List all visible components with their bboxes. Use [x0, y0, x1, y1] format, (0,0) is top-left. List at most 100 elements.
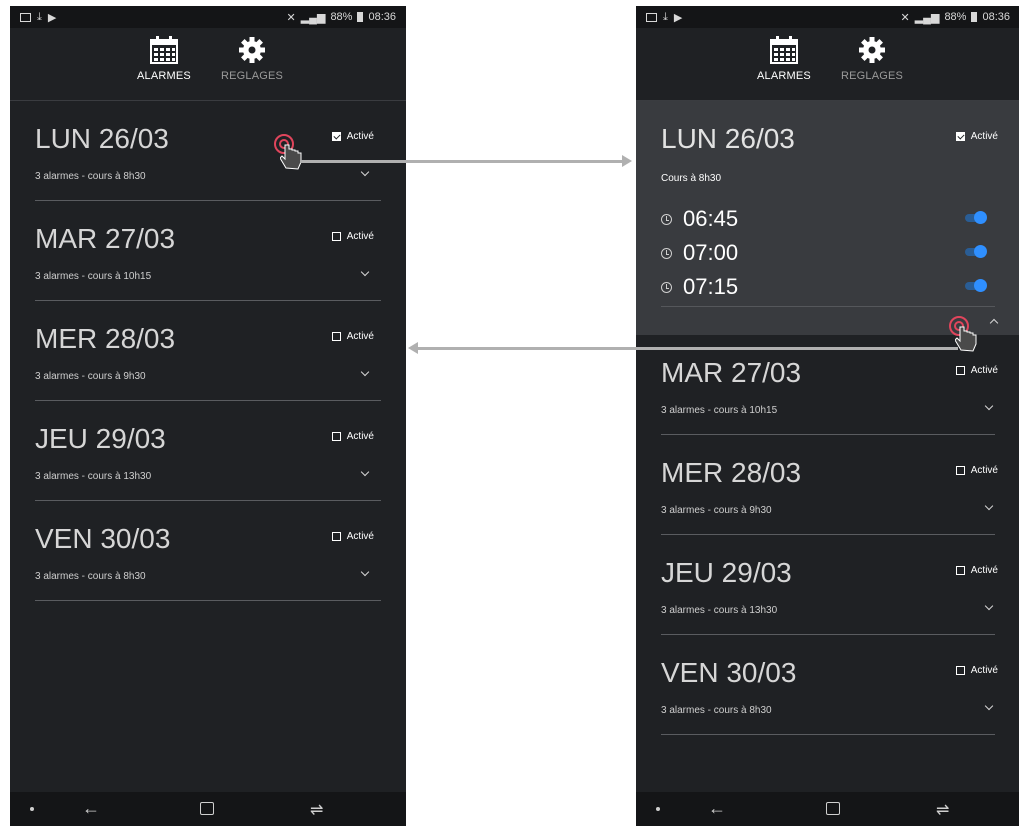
day-enable-toggle[interactable]: Activé	[955, 565, 998, 576]
day-title: MER 28/03	[661, 457, 802, 488]
day-subtitle: 3 alarmes - cours à 8h30	[661, 705, 772, 716]
day-enable-toggle[interactable]: Activé	[955, 465, 998, 476]
chevron-up-icon[interactable]	[989, 318, 999, 328]
day-item[interactable]: VEN 30/03 Activé 3 alarmes - cours à 8h3…	[636, 635, 1019, 735]
chevron-down-icon[interactable]	[984, 401, 994, 411]
switch-app-icon[interactable]: ⇌	[310, 800, 323, 820]
toggle-label: Activé	[346, 131, 374, 142]
day-title: MAR 27/03	[35, 223, 176, 254]
toggle-label: Activé	[970, 565, 998, 576]
tab-alarms-label: ALARMES	[757, 70, 811, 82]
tab-settings-label: REGLAGES	[220, 70, 284, 82]
chevron-down-icon[interactable]	[984, 701, 994, 711]
signal-icon: ▂▄▆	[300, 11, 326, 24]
alarm-switch[interactable]	[965, 245, 987, 258]
day-enable-toggle[interactable]: Activé	[331, 231, 374, 242]
day-title: JEU 29/03	[661, 557, 792, 588]
recent-apps-icon[interactable]	[826, 802, 840, 815]
download-icon: ⤓	[663, 10, 668, 23]
day-item[interactable]: JEU 29/03 Activé 3 alarmes - cours à 13h…	[636, 535, 1019, 635]
toggle-label: Activé	[346, 431, 374, 442]
play-icon: ▶	[47, 11, 57, 24]
checkbox-icon[interactable]	[331, 132, 341, 141]
switch-app-icon[interactable]: ⇌	[936, 800, 949, 820]
alarm-row[interactable]: 07:15	[661, 274, 995, 300]
hand-pointer-icon	[280, 144, 302, 170]
battery-level: 88%	[944, 11, 967, 23]
dot-icon[interactable]	[656, 807, 660, 811]
checkbox-icon[interactable]	[331, 232, 341, 241]
clock-icon	[661, 281, 672, 293]
chevron-down-icon[interactable]	[360, 167, 370, 177]
toggle-label: Activé	[970, 665, 998, 676]
tap-indicator	[949, 316, 977, 352]
alarm-time[interactable]: 07:15	[683, 274, 738, 300]
day-item[interactable]: VEN 30/03 Activé 3 alarmes - cours à 8h3…	[10, 501, 406, 601]
chevron-down-icon[interactable]	[984, 501, 994, 511]
day-subtitle: 3 alarmes - cours à 9h30	[35, 371, 146, 382]
checkbox-icon[interactable]	[955, 466, 965, 475]
chevron-down-icon[interactable]	[360, 367, 370, 377]
alarm-row[interactable]: 06:45	[661, 206, 995, 232]
chevron-down-icon[interactable]	[360, 267, 370, 277]
notification-icons: ⤓ ▶	[646, 11, 682, 24]
day-enable-toggle[interactable]: Activé	[331, 331, 374, 342]
tab-alarms[interactable]: ALARMES	[749, 28, 819, 100]
day-item[interactable]: LUN 26/03 Activé 3 alarmes - cours à 8h3…	[10, 101, 406, 201]
arrowhead-left-icon	[408, 342, 418, 354]
recent-apps-icon[interactable]	[200, 802, 214, 815]
checkbox-icon[interactable]	[331, 332, 341, 341]
checkbox-icon[interactable]	[955, 666, 965, 675]
battery-icon	[971, 12, 978, 22]
checkbox-icon[interactable]	[955, 132, 965, 141]
notification-icon	[646, 12, 657, 22]
day-title: MER 28/03	[35, 323, 176, 354]
day-subtitle: 3 alarmes - cours à 13h30	[35, 471, 152, 482]
chevron-down-icon[interactable]	[360, 467, 370, 477]
checkbox-icon[interactable]	[955, 566, 965, 575]
tab-settings[interactable]: REGLAGES	[837, 28, 907, 100]
status-bar: ⤓ ▶ ✕ ▂▄▆ 88% 08:36	[10, 6, 406, 28]
alarm-switch[interactable]	[965, 279, 987, 292]
day-enable-toggle[interactable]: Activé	[955, 365, 998, 376]
tab-alarms[interactable]: ALARMES	[129, 28, 199, 100]
day-enable-toggle[interactable]: Activé	[955, 131, 998, 142]
tab-settings-label: REGLAGES	[840, 70, 904, 82]
clock-time: 08:36	[982, 11, 1010, 23]
toggle-label: Activé	[970, 365, 998, 376]
alarm-switch[interactable]	[965, 211, 987, 224]
dot-icon[interactable]	[30, 807, 34, 811]
day-item[interactable]: MAR 27/03 Activé 3 alarmes - cours à 10h…	[10, 201, 406, 301]
alarm-time[interactable]: 07:00	[683, 240, 738, 266]
day-enable-toggle[interactable]: Activé	[331, 131, 374, 142]
day-item[interactable]: JEU 29/03 Activé 3 alarmes - cours à 13h…	[10, 401, 406, 501]
alarm-row[interactable]: 07:00	[661, 240, 995, 266]
phone-screen-expanded: ⤓ ▶ ✕ ▂▄▆ 88% 08:36 ALARMES REGLAGES LUN…	[636, 6, 1019, 826]
mute-icon: ✕	[286, 11, 296, 24]
top-navigation: ALARMES REGLAGES	[636, 28, 1019, 101]
day-list: MAR 27/03 Activé 3 alarmes - cours à 10h…	[636, 335, 1019, 735]
day-enable-toggle[interactable]: Activé	[331, 531, 374, 542]
day-title: LUN 26/03	[35, 123, 169, 154]
phone-screen-collapsed: ⤓ ▶ ✕ ▂▄▆ 88% 08:36 ALARMES REGLAGES LUN…	[10, 6, 406, 826]
day-item[interactable]: MER 28/03 Activé 3 alarmes - cours à 9h3…	[10, 301, 406, 401]
back-icon[interactable]: ←	[708, 798, 726, 819]
alarm-time[interactable]: 06:45	[683, 206, 738, 232]
day-subtitle: 3 alarmes - cours à 13h30	[661, 605, 778, 616]
checkbox-icon[interactable]	[331, 532, 341, 541]
chevron-down-icon[interactable]	[360, 567, 370, 577]
checkbox-icon[interactable]	[331, 432, 341, 441]
back-icon[interactable]: ←	[82, 798, 100, 819]
notification-icon	[20, 12, 31, 22]
checkbox-icon[interactable]	[955, 366, 965, 375]
day-enable-toggle[interactable]: Activé	[331, 431, 374, 442]
notification-icons: ⤓ ▶	[20, 11, 56, 24]
battery-icon	[357, 12, 364, 22]
day-enable-toggle[interactable]: Activé	[955, 665, 998, 676]
day-item[interactable]: MER 28/03 Activé 3 alarmes - cours à 9h3…	[636, 435, 1019, 535]
day-title: MAR 27/03	[661, 357, 802, 388]
calendar-icon	[150, 36, 178, 64]
system-navigation-bar: ← ⇌	[636, 792, 1019, 826]
chevron-down-icon[interactable]	[984, 601, 994, 611]
tab-settings[interactable]: REGLAGES	[217, 28, 287, 100]
